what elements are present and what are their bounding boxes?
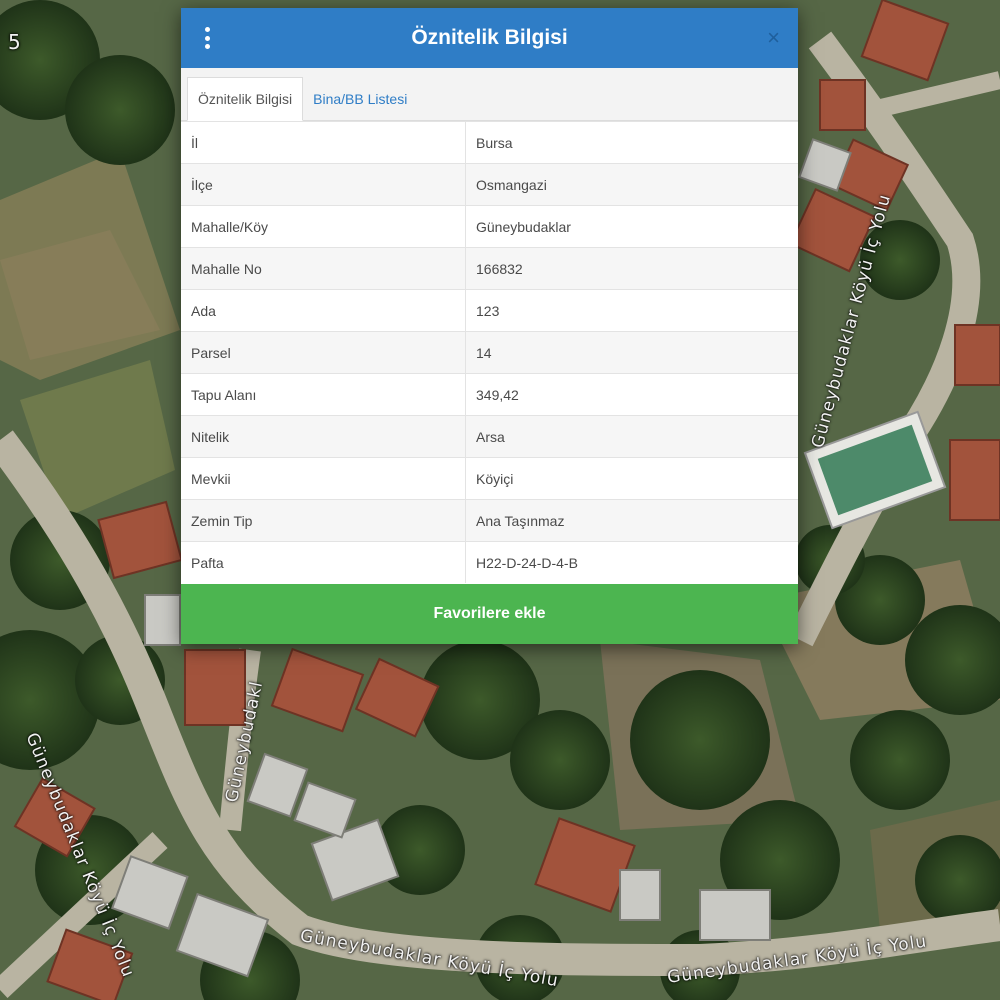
attr-value: Ana Taşınmaz: [465, 499, 798, 542]
table-row: Mevkii Köyiçi: [181, 457, 798, 500]
close-icon[interactable]: ×: [767, 23, 780, 53]
attr-key: Ada: [181, 289, 466, 332]
tab-building-list[interactable]: Bina/BB Listesi: [303, 78, 417, 120]
attr-value: H22-D-24-D-4-B: [465, 541, 798, 583]
map-corner-mark: 5: [8, 30, 22, 54]
attr-value: Arsa: [465, 415, 798, 458]
attr-key: Mahalle/Köy: [181, 205, 466, 248]
table-row: Mahalle No 166832: [181, 247, 798, 290]
table-row: Mahalle/Köy Güneybudaklar: [181, 205, 798, 248]
table-row: Ada 123: [181, 289, 798, 332]
attr-value: 166832: [465, 247, 798, 290]
attr-value: 123: [465, 289, 798, 332]
table-row: Zemin Tip Ana Taşınmaz: [181, 499, 798, 542]
dialog-header: Öznitelik Bilgisi ×: [181, 8, 798, 68]
attr-key: Mevkii: [181, 457, 466, 500]
kebab-menu-icon[interactable]: [203, 27, 211, 49]
attr-key: Pafta: [181, 541, 466, 583]
table-row: Parsel 14: [181, 331, 798, 374]
attr-value: Köyiçi: [465, 457, 798, 500]
attr-key: Zemin Tip: [181, 499, 466, 542]
table-row: Tapu Alanı 349,42: [181, 373, 798, 416]
attribute-table: İl Bursa İlçe Osmangazi Mahalle/Köy Güneybu…: [181, 121, 798, 583]
attr-key: Nitelik: [181, 415, 466, 458]
attr-value: 14: [465, 331, 798, 374]
table-row: İlçe Osmangazi: [181, 163, 798, 206]
attr-value: Güneybudaklar: [465, 205, 798, 248]
add-to-favorites-button[interactable]: Favorilere ekle: [181, 584, 798, 644]
table-row: Pafta H22-D-24-D-4-B: [181, 541, 798, 583]
attr-value: 349,42: [465, 373, 798, 416]
attribute-info-dialog: Öznitelik Bilgisi × Öznitelik Bilgisi Bi…: [181, 8, 798, 644]
tab-attribute-info[interactable]: Öznitelik Bilgisi: [187, 77, 304, 121]
attr-value: Bursa: [465, 121, 798, 164]
attr-key: İlçe: [181, 163, 466, 206]
tab-bar: Öznitelik Bilgisi Bina/BB Listesi: [181, 68, 798, 121]
attr-key: Parsel: [181, 331, 466, 374]
attr-key: Tapu Alanı: [181, 373, 466, 416]
table-row: Nitelik Arsa: [181, 415, 798, 458]
dialog-title: Öznitelik Bilgisi: [411, 26, 568, 49]
attr-key: Mahalle No: [181, 247, 466, 290]
attr-value: Osmangazi: [465, 163, 798, 206]
table-row: İl Bursa: [181, 121, 798, 164]
attr-key: İl: [181, 121, 466, 164]
